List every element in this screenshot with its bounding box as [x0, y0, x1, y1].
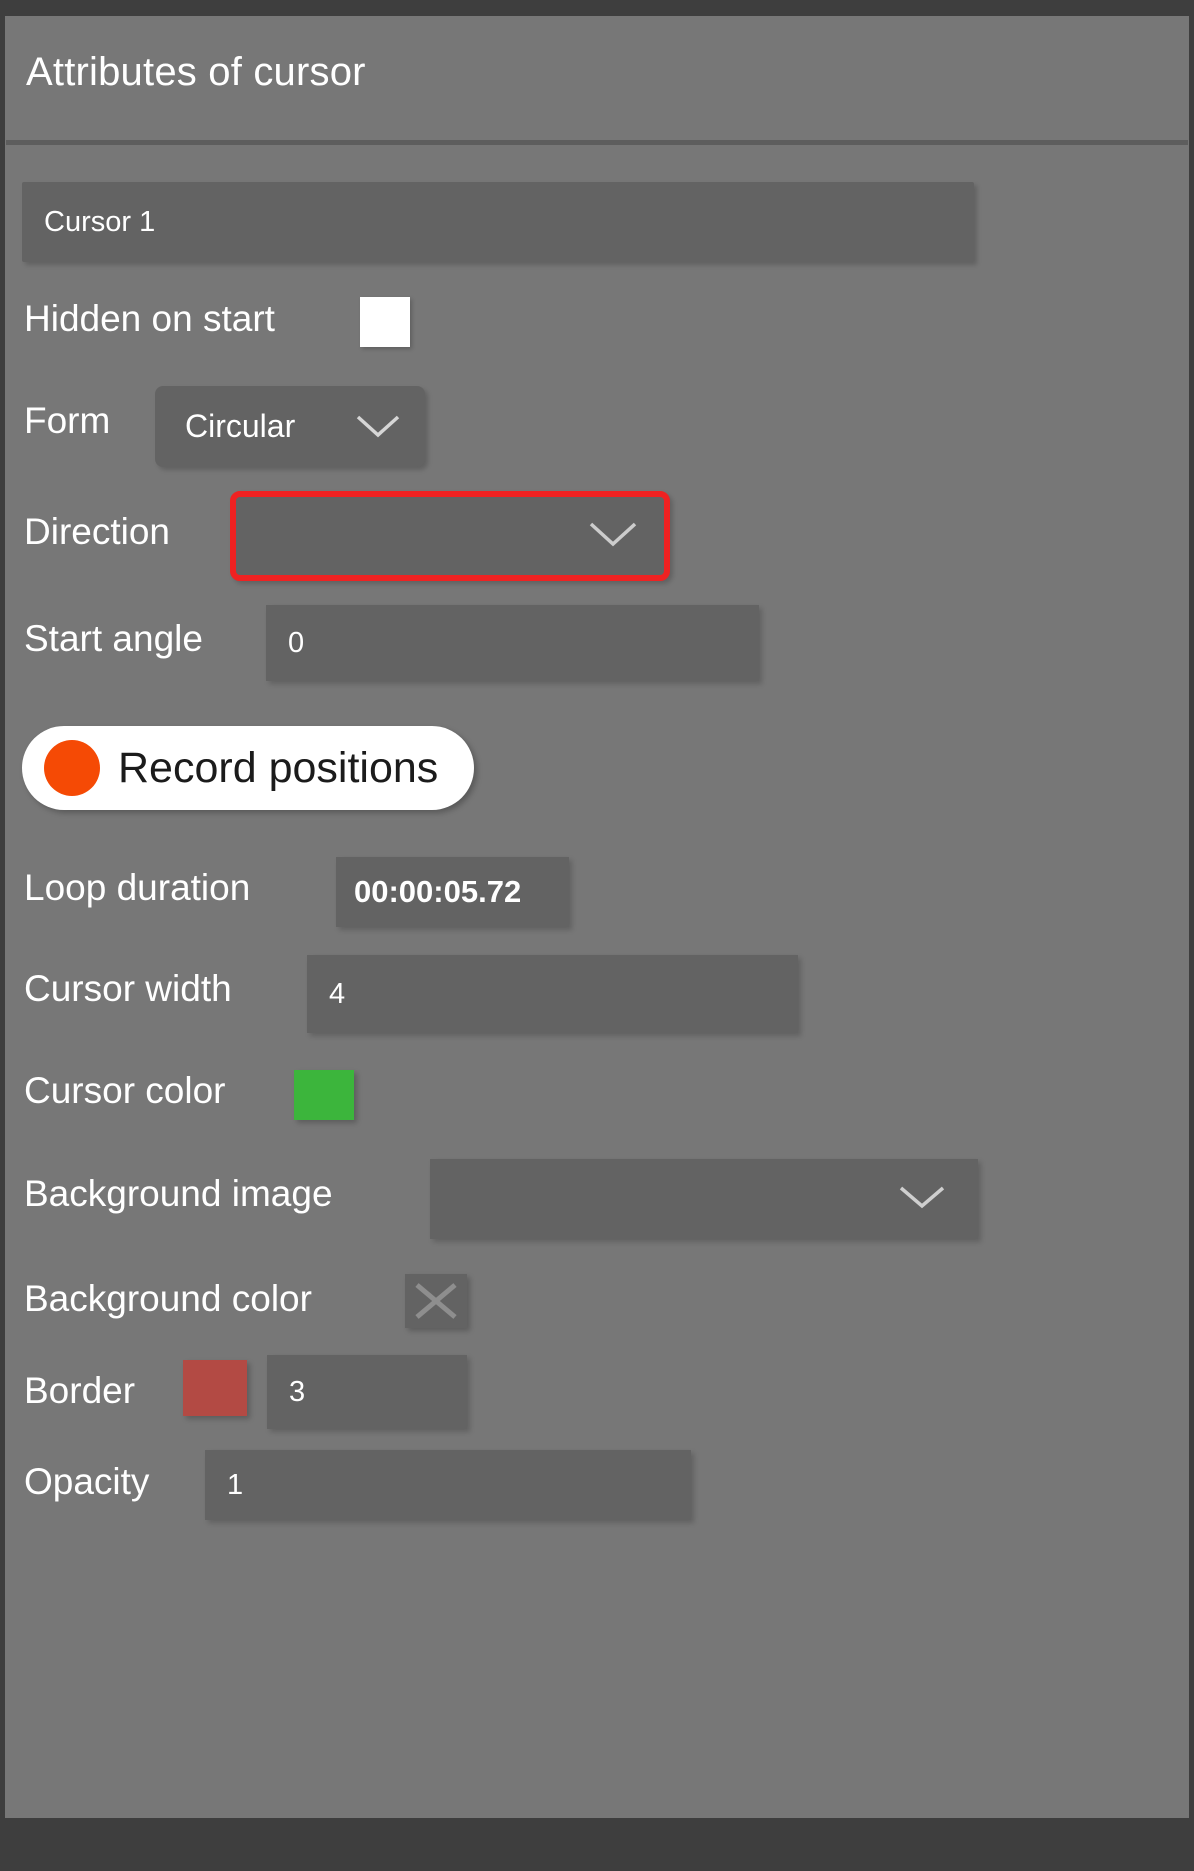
title-divider	[6, 140, 1188, 145]
window-right-edge	[1189, 0, 1194, 1871]
cursor-attributes-panel: Attributes of cursor Cursor 1 Hidden on …	[0, 0, 1194, 1871]
background-color-label: Background color	[24, 1278, 312, 1319]
opacity-label: Opacity	[24, 1461, 150, 1502]
opacity-input[interactable]: 1	[205, 1450, 691, 1520]
form-select[interactable]: Circular	[155, 386, 425, 467]
direction-select[interactable]	[230, 491, 670, 581]
record-positions-label: Record positions	[118, 743, 439, 792]
border-color-swatch[interactable]	[183, 1360, 247, 1416]
record-dot-icon	[44, 740, 100, 796]
loop-duration-label: Loop duration	[24, 867, 251, 908]
window-left-edge	[0, 0, 5, 1871]
record-positions-button[interactable]: Record positions	[22, 726, 474, 810]
border-width-input[interactable]: 3	[267, 1355, 467, 1429]
cursor-width-input[interactable]: 4	[307, 955, 798, 1033]
form-label: Form	[24, 400, 111, 441]
direction-label: Direction	[24, 511, 170, 552]
start-angle-label: Start angle	[24, 618, 203, 659]
form-select-value: Circular	[185, 408, 296, 444]
hidden-on-start-checkbox[interactable]	[360, 297, 410, 347]
background-image-select[interactable]	[430, 1159, 978, 1239]
border-label: Border	[24, 1370, 136, 1411]
cursor-name-input[interactable]: Cursor 1	[22, 182, 974, 262]
window-top-chrome	[0, 0, 1194, 16]
page-title: Attributes of cursor	[26, 50, 366, 94]
start-angle-input[interactable]: 0	[266, 605, 759, 681]
cursor-color-label: Cursor color	[24, 1070, 226, 1111]
cursor-width-label: Cursor width	[24, 968, 232, 1009]
background-image-label: Background image	[24, 1173, 333, 1214]
hidden-on-start-label: Hidden on start	[24, 298, 275, 339]
background-color-swatch[interactable]	[405, 1274, 467, 1328]
close-x-icon	[405, 1283, 467, 1332]
cursor-color-swatch[interactable]	[294, 1070, 354, 1120]
window-bottom-chrome	[0, 1818, 1194, 1871]
loop-duration-input[interactable]: 00:00:05.72	[336, 857, 569, 927]
